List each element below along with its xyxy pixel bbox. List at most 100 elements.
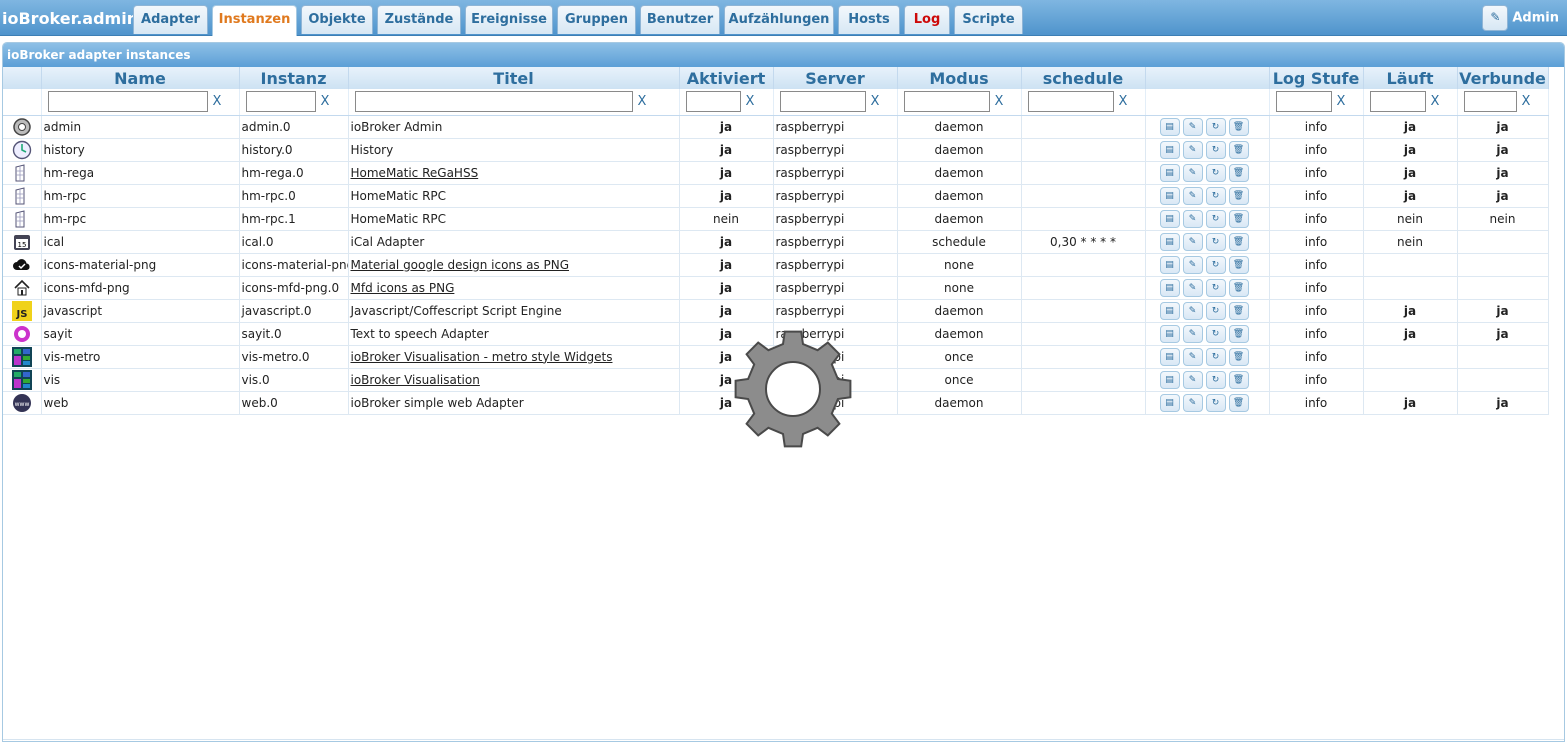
filter-instanz-input[interactable]: [245, 91, 316, 113]
pencil-icon[interactable]: ✎: [1182, 301, 1203, 320]
filter-modus-input[interactable]: [903, 91, 990, 113]
tab-ereignisse[interactable]: Ereignisse: [465, 5, 553, 34]
reload-icon[interactable]: ↻: [1205, 370, 1226, 389]
config-list-icon[interactable]: ▤: [1159, 324, 1180, 343]
table-row[interactable]: icons-mfd-png icons-mfd-png.0 Mfd icons as…: [3, 276, 1549, 300]
pencil-icon[interactable]: ✎: [1182, 347, 1203, 366]
cell-log[interactable]: info: [1269, 276, 1364, 300]
pencil-icon[interactable]: ✎: [1182, 255, 1203, 274]
column-header-verbunden[interactable]: Verbunde: [1457, 67, 1549, 89]
tab-adapter[interactable]: Adapter: [133, 5, 208, 34]
filter-titel-input[interactable]: [354, 91, 633, 113]
clear-filter-laeuft[interactable]: X: [1431, 94, 1440, 109]
config-list-icon[interactable]: ▤: [1159, 117, 1180, 136]
config-list-icon[interactable]: ▤: [1159, 347, 1180, 366]
clear-filter-aktiviert[interactable]: X: [746, 94, 755, 109]
column-header-titel[interactable]: Titel: [348, 67, 680, 89]
config-list-icon[interactable]: ▤: [1159, 209, 1180, 228]
reload-icon[interactable]: ↻: [1205, 140, 1226, 159]
pencil-icon[interactable]: ✎: [1182, 163, 1203, 182]
clear-filter-name[interactable]: X: [213, 94, 222, 109]
pencil-icon[interactable]: ✎: [1182, 370, 1203, 389]
tab-gruppen[interactable]: Gruppen: [557, 5, 636, 34]
trash-icon[interactable]: 🗑: [1228, 278, 1249, 297]
trash-icon[interactable]: 🗑: [1228, 232, 1249, 251]
pencil-icon[interactable]: ✎: [1182, 140, 1203, 159]
table-row[interactable]: hm-rpc hm-rpc.0 HomeMatic RPC ja raspberrypi…: [3, 184, 1549, 208]
config-list-icon[interactable]: ▤: [1159, 232, 1180, 251]
cell-log[interactable]: info: [1269, 230, 1364, 254]
table-row[interactable]: admin admin.0 ioBroker Admin ja raspberrypi d…: [3, 115, 1549, 139]
trash-icon[interactable]: 🗑: [1228, 255, 1249, 274]
column-header-modus[interactable]: Modus: [897, 67, 1022, 89]
cell-log[interactable]: info: [1269, 299, 1364, 323]
column-header-name[interactable]: Name: [41, 67, 240, 89]
config-list-icon[interactable]: ▤: [1159, 301, 1180, 320]
reload-icon[interactable]: ↻: [1205, 301, 1226, 320]
reload-icon[interactable]: ↻: [1205, 347, 1226, 366]
adapter-title-link[interactable]: Material google design icons as PNG: [351, 258, 570, 272]
config-list-icon[interactable]: ▤: [1159, 163, 1180, 182]
filter-verbunden-input[interactable]: [1463, 91, 1517, 113]
cell-aktiviert[interactable]: ja: [679, 115, 774, 139]
reload-icon[interactable]: ↻: [1205, 117, 1226, 136]
clear-filter-verbunden[interactable]: X: [1522, 94, 1531, 109]
cell-log[interactable]: info: [1269, 253, 1364, 277]
adapter-title-link[interactable]: Mfd icons as PNG: [351, 281, 455, 295]
clear-filter-instanz[interactable]: X: [321, 94, 330, 109]
adapter-title-link[interactable]: ioBroker Visualisation - metro style Wid…: [351, 350, 613, 364]
cell-log[interactable]: info: [1269, 368, 1364, 392]
pencil-icon[interactable]: ✎: [1182, 186, 1203, 205]
column-header-laeuft[interactable]: Läuft: [1363, 67, 1458, 89]
cell-aktiviert[interactable]: ja: [679, 253, 774, 277]
pencil-icon[interactable]: ✎: [1182, 232, 1203, 251]
cell-log[interactable]: info: [1269, 322, 1364, 346]
tab-log[interactable]: Log: [904, 5, 950, 34]
trash-icon[interactable]: 🗑: [1228, 140, 1249, 159]
filter-log-input[interactable]: [1275, 91, 1332, 113]
trash-icon[interactable]: 🗑: [1228, 301, 1249, 320]
filter-server-input[interactable]: [779, 91, 866, 113]
cell-aktiviert[interactable]: ja: [679, 276, 774, 300]
cell-aktiviert[interactable]: ja: [679, 138, 774, 162]
trash-icon[interactable]: 🗑: [1228, 209, 1249, 228]
cell-aktiviert[interactable]: ja: [679, 230, 774, 254]
table-row[interactable]: history history.0 History ja raspberrypi daem…: [3, 138, 1549, 162]
filter-aktiviert-input[interactable]: [685, 91, 741, 113]
cell-aktiviert[interactable]: ja: [679, 161, 774, 185]
reload-icon[interactable]: ↻: [1205, 163, 1226, 182]
clear-filter-schedule[interactable]: X: [1119, 94, 1128, 109]
reload-icon[interactable]: ↻: [1205, 232, 1226, 251]
reload-icon[interactable]: ↻: [1205, 278, 1226, 297]
tab-objekte[interactable]: Objekte: [301, 5, 373, 34]
pencil-icon[interactable]: ✎: [1182, 393, 1203, 412]
tab-instanzen[interactable]: Instanzen: [212, 5, 297, 36]
tab-benutzer[interactable]: Benutzer: [640, 5, 720, 34]
admin-user-button[interactable]: ✎ Admin: [1482, 5, 1559, 31]
table-row[interactable]: icons-material-png icons-material-png Mate…: [3, 253, 1549, 277]
tab-aufzaehlungen[interactable]: Aufzählungen: [724, 5, 834, 34]
reload-icon[interactable]: ↻: [1205, 324, 1226, 343]
table-row[interactable]: JS javascript javascript.0 Javascript/Coffe…: [3, 299, 1549, 323]
tab-scripte[interactable]: Scripte: [954, 5, 1023, 34]
cell-log[interactable]: info: [1269, 115, 1364, 139]
adapter-title-link[interactable]: ioBroker Visualisation: [351, 373, 480, 387]
trash-icon[interactable]: 🗑: [1228, 347, 1249, 366]
column-header-schedule[interactable]: schedule: [1021, 67, 1146, 89]
column-header-server[interactable]: Server: [773, 67, 898, 89]
clear-filter-titel[interactable]: X: [638, 94, 647, 109]
trash-icon[interactable]: 🗑: [1228, 370, 1249, 389]
cell-log[interactable]: info: [1269, 345, 1364, 369]
trash-icon[interactable]: 🗑: [1228, 117, 1249, 136]
cell-log[interactable]: info: [1269, 184, 1364, 208]
pencil-icon[interactable]: ✎: [1182, 117, 1203, 136]
filter-name-input[interactable]: [47, 91, 208, 113]
column-header-aktiviert[interactable]: Aktiviert: [679, 67, 774, 89]
config-list-icon[interactable]: ▤: [1159, 186, 1180, 205]
cell-log[interactable]: info: [1269, 161, 1364, 185]
config-list-icon[interactable]: ▤: [1159, 278, 1180, 297]
cell-aktiviert[interactable]: ja: [679, 299, 774, 323]
pencil-icon[interactable]: ✎: [1182, 278, 1203, 297]
clear-filter-log[interactable]: X: [1337, 94, 1346, 109]
cell-aktiviert[interactable]: ja: [679, 184, 774, 208]
